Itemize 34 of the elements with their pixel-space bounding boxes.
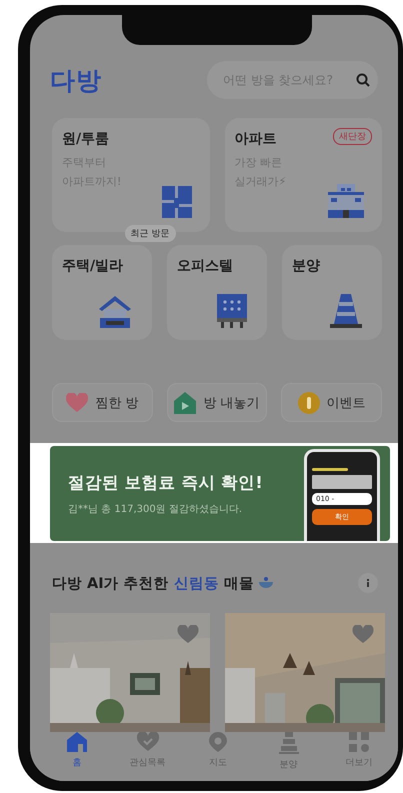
bowl-icon bbox=[258, 576, 273, 588]
section-title: 다방 AI가 추천한 신림동 매물 bbox=[52, 574, 273, 592]
new-badge: 새단장 bbox=[333, 128, 372, 145]
floor-plan-icon bbox=[162, 186, 192, 218]
banner-title: 절감된 보험료 즉시 확인! bbox=[68, 472, 264, 494]
category-card[interactable]: 주택/빌라 bbox=[52, 245, 152, 340]
heart-icon[interactable] bbox=[352, 625, 374, 644]
quick-action-button[interactable]: 찜한 방 bbox=[52, 383, 153, 422]
app-logo[interactable]: 다방 bbox=[50, 64, 102, 96]
quick-action-button[interactable]: 이벤트 bbox=[281, 383, 382, 422]
recent-visit-tooltip: 최근 방문 bbox=[124, 225, 176, 242]
category-title: 오피스텔 bbox=[177, 257, 233, 275]
quick-action-button[interactable]: 방 내놓기 bbox=[166, 383, 268, 422]
house-play-icon bbox=[174, 392, 196, 414]
category-card[interactable]: 오피스텔 bbox=[167, 245, 267, 340]
category-title: 분양 bbox=[292, 257, 320, 275]
coin-icon bbox=[298, 392, 320, 414]
banner-subtitle: 김**님 총 117,300원 절감하셨습니다. bbox=[68, 502, 244, 516]
heart-icon bbox=[66, 392, 88, 412]
category-title: 주택/빌라 bbox=[62, 257, 124, 275]
category-title: 아파트 bbox=[234, 130, 276, 148]
building-icon bbox=[278, 732, 298, 754]
apartment-building-icon bbox=[328, 184, 364, 218]
heart-icon[interactable] bbox=[177, 625, 199, 644]
grid-icon bbox=[349, 732, 369, 752]
house-icon bbox=[98, 294, 132, 328]
category-card[interactable]: 분양 bbox=[282, 245, 382, 340]
search-icon bbox=[356, 73, 370, 87]
info-icon[interactable] bbox=[358, 573, 378, 593]
office-building-icon bbox=[217, 294, 247, 328]
text-block bbox=[312, 475, 372, 489]
traffic-cone-icon bbox=[330, 294, 362, 328]
category-title: 원/투룸 bbox=[62, 130, 110, 148]
text-line bbox=[312, 468, 348, 471]
